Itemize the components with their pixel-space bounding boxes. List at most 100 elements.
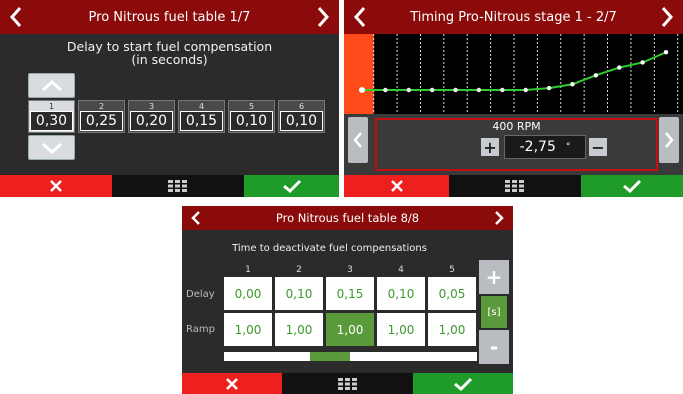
title-bar: Pro Nitrous fuel table 8/8 [182,206,513,230]
value-editor-box: 400 RPM + -2,75 ° − [375,118,658,171]
cancel-button[interactable] [0,175,112,197]
cell-value: 0,10 [280,111,323,131]
ramp-cell-5[interactable]: 1,00 [428,313,476,346]
curve-point[interactable] [406,87,411,93]
fuel-cell-6[interactable]: 6 0,10 [278,100,325,133]
degree-unit: ° [565,142,571,152]
timing-curve-chart [344,34,679,114]
unit-label: [s] [481,296,507,328]
cell-index: 1 [48,102,55,111]
cell-index: 2 [98,102,105,111]
curve-point[interactable] [640,60,645,65]
row-label-ramp: Ramp [186,324,215,335]
cancel-button[interactable] [344,175,449,197]
fuel-cell-1[interactable]: 1 0,30 [28,100,75,133]
ramp-cell-1[interactable]: 1,00 [224,313,272,346]
menu-button[interactable] [282,373,413,394]
close-icon [226,377,238,390]
delay-cell-2[interactable]: 0,10 [275,277,323,310]
checkmark-icon [454,377,473,391]
prev-page-button[interactable] [348,0,372,34]
cell-index: 5 [248,102,255,111]
description: Time to deactivate fuel compensations [232,243,427,254]
timing-value: -2,75 [519,139,556,155]
curve-point[interactable] [359,87,365,93]
prev-point-button[interactable] [348,117,368,163]
row-label-delay: Delay [186,289,215,300]
delay-cell-3[interactable]: 0,15 [326,277,374,310]
bottom-bar [344,175,683,197]
grid-menu-icon [337,377,357,390]
fuel-cell-2[interactable]: 2 0,25 [78,100,125,133]
confirm-button[interactable] [581,175,683,197]
prev-page-button[interactable] [4,0,28,34]
increase-button[interactable] [28,73,75,98]
selected-column-highlight [344,34,374,114]
curve-point[interactable] [617,65,622,70]
curve-point[interactable] [546,85,552,91]
cell-value: 0,25 [80,111,123,131]
panel-timing-stage: Timing Pro-Nitrous stage 1 - 2/7 400 RPM… [344,0,683,197]
delay-cell-1[interactable]: 0,00 [224,277,272,310]
curve-point[interactable] [383,87,388,93]
grid-menu-icon [505,180,524,192]
next-page-button[interactable] [489,206,509,230]
next-point-button[interactable] [659,117,679,163]
curve-point[interactable] [593,73,599,78]
delay-cell-5[interactable]: 0,05 [428,277,476,310]
curve-point[interactable] [663,50,669,55]
cell-index: 4 [198,102,205,111]
horizontal-scrollbar[interactable] [224,352,477,361]
menu-button[interactable] [112,175,244,197]
curve-point[interactable] [476,87,482,93]
decrease-button[interactable] [28,135,75,160]
next-page-button[interactable] [655,0,679,34]
curve-point[interactable] [500,87,505,93]
page-title: Pro Nitrous fuel table 8/8 [275,211,420,225]
minus-button[interactable]: - [479,330,509,364]
ramp-cell-3[interactable]: 1,00 [326,313,374,346]
title-bar: Timing Pro-Nitrous stage 1 - 2/7 [344,0,683,34]
fuel-cell-3[interactable]: 3 0,20 [128,100,175,133]
bottom-bar [182,373,513,394]
chevron-left-icon [353,132,362,148]
confirm-button[interactable] [244,175,339,197]
curve-point[interactable] [570,82,575,87]
minus-button[interactable]: − [589,138,607,157]
confirm-button[interactable] [413,373,513,394]
column-header-2: 2 [296,265,302,275]
ramp-cell-2[interactable]: 1,00 [275,313,323,346]
grid-menu-icon [168,180,187,192]
chevron-left-icon [191,211,200,225]
chevron-left-icon [353,7,366,27]
curve-point[interactable] [523,87,528,93]
timing-graph[interactable] [344,34,683,114]
plus-button[interactable]: + [479,260,509,294]
checkmark-icon [282,179,301,193]
column-header-5: 5 [449,265,455,275]
column-header-3: 3 [347,265,353,275]
page-title: Pro Nitrous fuel table 1/7 [88,9,251,25]
prev-page-button[interactable] [186,206,206,230]
fuel-cell-5[interactable]: 5 0,10 [228,100,275,133]
menu-button[interactable] [449,175,581,197]
timing-value-field[interactable]: -2,75 ° [504,135,586,159]
next-page-button[interactable] [311,0,335,34]
cancel-button[interactable] [182,373,282,394]
plus-button[interactable]: + [481,138,499,157]
cell-value: 0,30 [30,111,73,131]
ramp-cell-4[interactable]: 1,00 [377,313,425,346]
scrollbar-thumb[interactable] [310,352,350,361]
title-bar: Pro Nitrous fuel table 1/7 [0,0,339,34]
cell-value: 0,15 [180,111,223,131]
rpm-label: 400 RPM [492,120,541,133]
column-header-1: 1 [245,265,251,275]
description: Delay to start fuel compensation (in sec… [0,40,339,66]
delay-cell-4[interactable]: 0,10 [377,277,425,310]
curve-point[interactable] [453,87,458,93]
fuel-cell-4[interactable]: 4 0,15 [178,100,225,133]
curve-point[interactable] [429,87,435,93]
chevron-down-icon [41,142,62,154]
panel-fuel-table-1: Pro Nitrous fuel table 1/7 Delay to star… [0,0,339,197]
column-header-4: 4 [398,265,404,275]
